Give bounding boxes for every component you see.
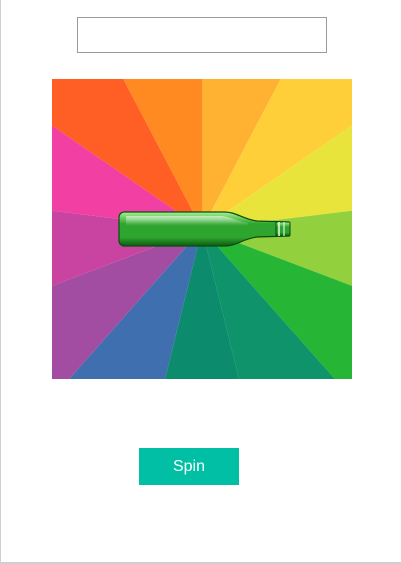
spin-the-bottle-page: Spin bbox=[0, 0, 401, 564]
color-wheel bbox=[52, 79, 352, 379]
name-input[interactable] bbox=[77, 17, 327, 53]
spin-button[interactable]: Spin bbox=[139, 448, 239, 485]
